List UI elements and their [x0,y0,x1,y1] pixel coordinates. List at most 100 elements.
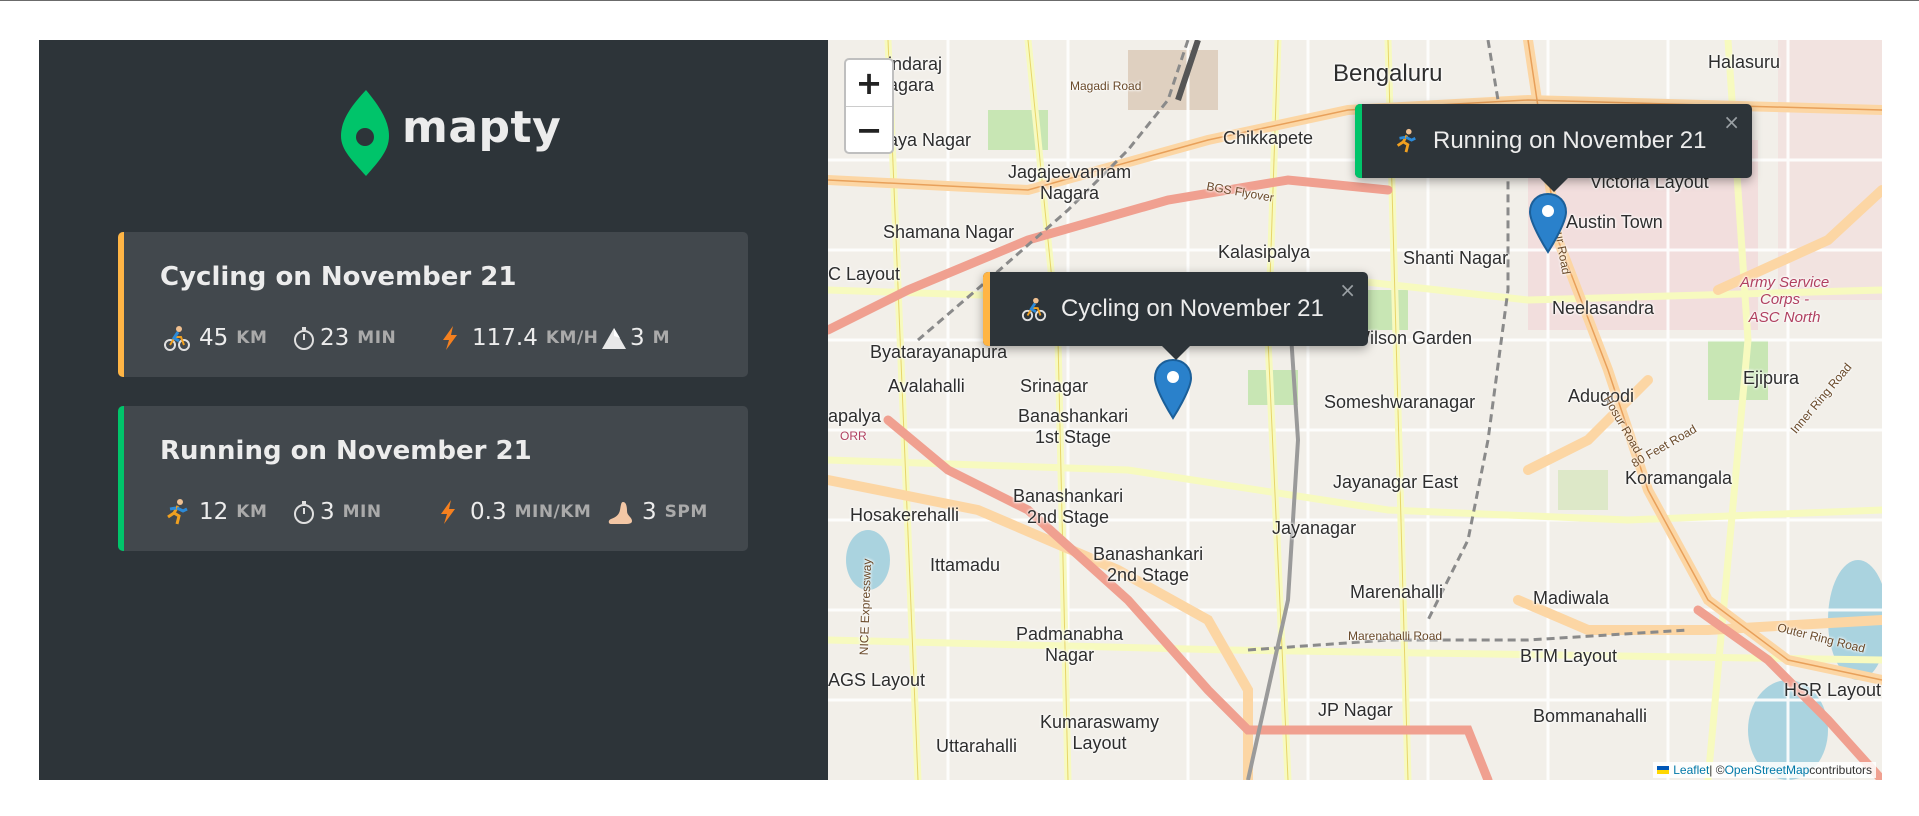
zoom-in-button[interactable]: + [846,60,892,106]
map-label-avalahalli: Avalahalli [888,376,965,396]
map-label-btm-layout: BTM Layout [1520,646,1618,666]
map-label-chikkapete: Chikkapete [1223,128,1314,148]
map-label-banashankari-2nd-a: Banashankari 2nd Stage [1013,486,1124,527]
map-label-marenahalli-road: Marenahalli Road [1348,629,1443,643]
map-label-shamana-nagar: Shamana Nagar [883,222,1015,242]
workout-detail-speed: 117.4 km/h [436,322,598,354]
map-label-shanti-nagar: Shanti Nagar [1403,248,1509,268]
map-label-hsr-layout: HSR Layout [1784,680,1882,700]
openstreetmap-link[interactable]: OpenStreetMap [1725,763,1810,777]
ukraine-flag-icon [1657,766,1670,774]
map-label-ejipura: Ejipura [1743,368,1800,388]
map-label-someshwaranagar: Someshwaranagar [1324,392,1476,412]
cyclist-icon [164,326,190,351]
map-label-jp-nagar: JP Nagar [1318,700,1393,720]
workout-accent-bar [118,232,124,377]
map-label-kumaraswamy-layout: Kumaraswamy Layout [1040,712,1160,753]
map-label-jayanagar: Jayanagar [1272,518,1357,538]
duration-unit: min [357,328,397,348]
workout-detail-distance: 12 km [163,496,267,528]
map-label-ags-layout: AGS Layout [828,670,926,690]
map-label-wilson-garden: Wilson Garden [1353,328,1473,348]
runner-icon [167,499,188,525]
map-label-army-service-corps: Army Service Corps - ASC North [1740,274,1830,326]
distance-value: 12 [199,499,229,525]
stopwatch-icon [294,501,314,524]
cadence-value: 3 [642,499,657,525]
lightning-icon [441,500,455,524]
map-label-padmanabha-nagar: Padmanabha Nagar [1016,624,1124,665]
distance-unit: km [236,328,268,348]
leaflet-link[interactable]: Leaflet [1673,763,1709,777]
map-marker-cycling[interactable] [1153,358,1193,420]
map-label-aya-nagar: aya Nagar [888,130,972,150]
workout-title: Cycling on November 21 [160,262,517,292]
workout-detail-duration: 3 min [290,496,382,528]
workout-detail-distance: 45 km [163,322,267,354]
attribution-separator: | © [1709,763,1725,777]
map-label-jayanagar-east: Jayanagar East [1333,472,1459,492]
duration-value: 3 [320,499,335,525]
map-label-halasuru: Halasuru [1708,52,1781,72]
map-label-banashankari-2nd-b: Banashankari 2nd Stage [1093,544,1204,585]
zoom-control: + − [844,58,894,154]
attribution-contributors: contributors [1809,763,1872,777]
map-label-koramangala: Koramangala [1625,468,1733,488]
sidebar: mapty Cycling on November 21 45 km 23 mi… [39,40,828,780]
map-label-hosakerehalli: Hosakerehalli [850,505,960,525]
workout-item-running[interactable]: Running on November 21 12 km 3 min [118,406,748,551]
map-label-orr: ORR [840,429,867,443]
popup-text: Cycling on November 21 [1061,295,1324,322]
popup-close-button[interactable]: × [1339,278,1356,302]
map-label-kalasipalya: Kalasipalya [1218,242,1311,262]
distance-value: 45 [199,325,229,351]
map-marker-running[interactable] [1528,192,1568,254]
duration-value: 23 [320,325,350,351]
map-label-banashankari-1st: Banashankari 1st Stage [1018,406,1129,447]
map-label-uttarahalli: Uttarahalli [936,736,1018,756]
map-label-bengaluru: Bengaluru [1333,60,1443,87]
map-label-magadi-road: Magadi Road [1070,79,1142,93]
popup-close-button[interactable]: × [1723,110,1740,134]
duration-unit: min [342,502,382,522]
map-label-indaraj: indaraj agara [888,54,943,95]
workout-detail-pace: 0.3 min/km [434,496,591,528]
map-label-austin-town: Austin Town [1566,212,1663,232]
pace-unit: min/km [514,502,592,522]
popup-cycling[interactable]: Cycling on November 21 × [983,272,1368,360]
map-attribution: Leaflet | © OpenStreetMap contributors [1653,762,1876,778]
workout-accent-bar [118,406,124,551]
map-label-madiwala: Madiwala [1533,588,1610,608]
cyclist-icon [1021,297,1047,322]
popup-text: Running on November 21 [1433,127,1707,154]
top-border [0,0,1919,1]
cadence-unit: spm [664,502,708,522]
foot-icon [608,502,632,524]
map-label-ittamadu: Ittamadu [930,555,1001,575]
map-label-apalya: apalya [828,406,882,426]
logo-text: mapty [402,102,562,153]
map-label-srinagar: Srinagar [1020,376,1089,396]
map-label-jagajeevanram: Jagajeevanram Nagara [1008,162,1132,203]
elevation-unit: m [652,328,671,348]
pace-value: 0.3 [470,499,507,525]
workout-item-cycling[interactable]: Cycling on November 21 45 km 23 min [118,232,748,377]
popup-accent-bar [983,272,990,346]
workout-detail-elevation: 3 m [600,322,670,354]
map-label-neelasandra: Neelasandra [1552,298,1655,318]
workout-title: Running on November 21 [160,436,532,466]
speed-unit: km/h [545,328,599,348]
lightning-icon [443,326,457,350]
zoom-out-button[interactable]: − [846,106,892,152]
speed-value: 117.4 [472,325,538,351]
map[interactable]: Bengaluru Halasuru Chikkapete Jagajeevan… [828,40,1882,780]
stopwatch-icon [294,327,314,350]
runner-icon [1396,128,1416,153]
workout-detail-duration: 23 min [290,322,396,354]
distance-unit: km [236,502,268,522]
popup-running[interactable]: Running on November 21 × [1355,104,1752,192]
mountain-icon [602,328,626,349]
elevation-value: 3 [630,325,645,351]
map-label-c-layout: C Layout [828,264,901,284]
map-label-marenahalli: Marenahalli [1350,582,1444,602]
